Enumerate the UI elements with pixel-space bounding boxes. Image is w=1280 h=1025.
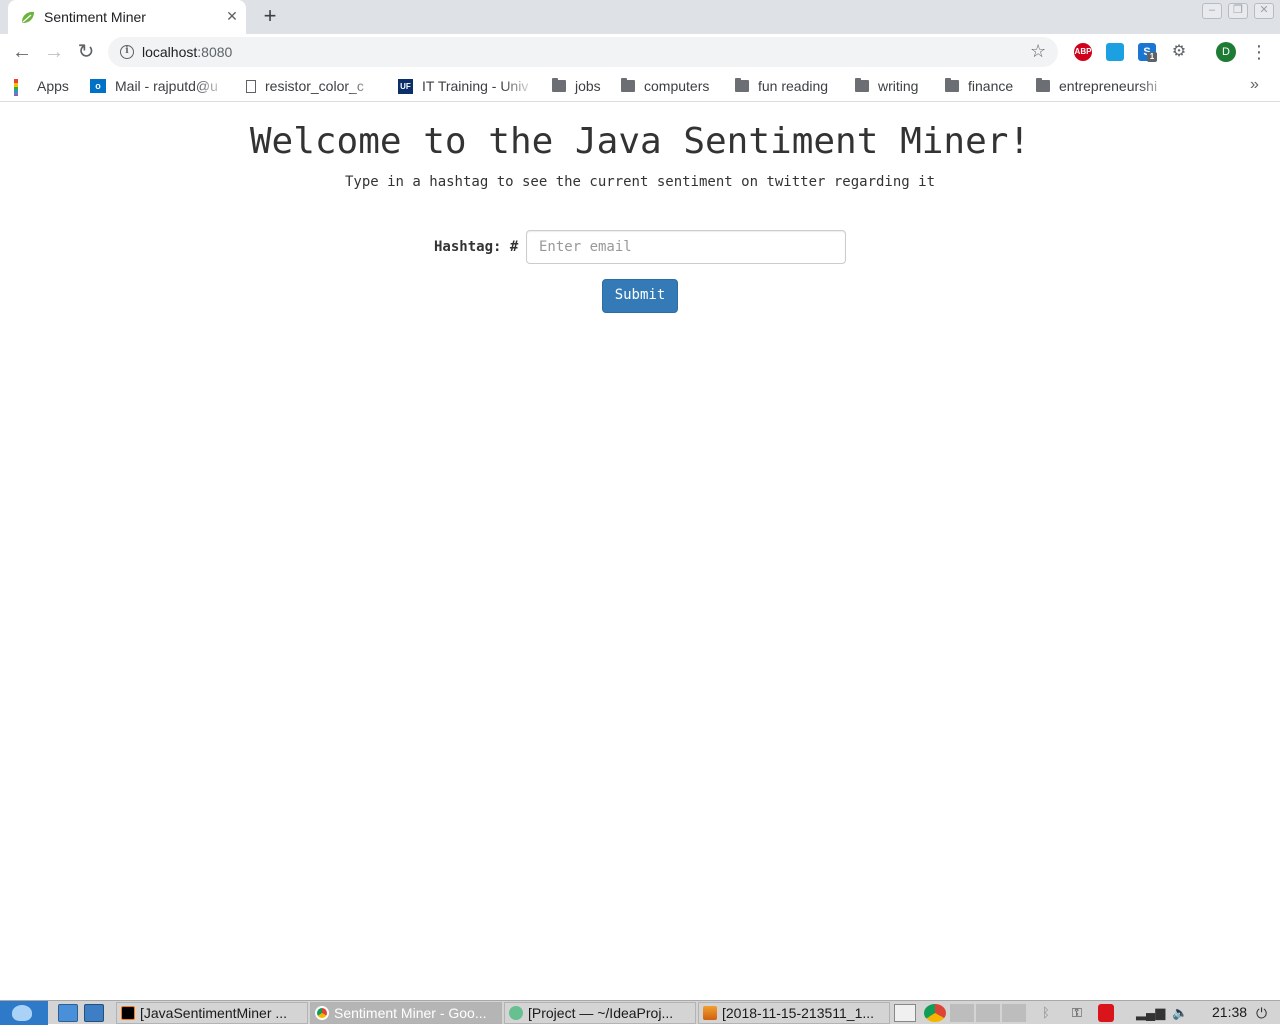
- start-menu-button[interactable]: [0, 1001, 48, 1025]
- url-text[interactable]: localhost:8080: [142, 44, 232, 60]
- atom-icon: [509, 1006, 523, 1020]
- site-info-icon[interactable]: i: [120, 45, 134, 59]
- wifi-signal-icon[interactable]: ▂▄▆: [1136, 1004, 1165, 1022]
- page-subtitle: Type in a hashtag to see the current sen…: [344, 174, 935, 190]
- submit-button[interactable]: Submit: [602, 279, 678, 313]
- url-host: localhost: [142, 44, 198, 60]
- workspace-3-icon[interactable]: [1002, 1004, 1026, 1022]
- bookmark-label: computers: [644, 78, 710, 94]
- bookmark-star-icon[interactable]: ☆: [1030, 41, 1046, 61]
- folder-icon: [855, 78, 869, 92]
- bookmarks-bar: Apps o Mail - rajputd@u resistor_color_c…: [0, 70, 1280, 102]
- browser-menu-icon[interactable]: ⋮: [1250, 40, 1268, 64]
- settings-extension-icon[interactable]: ⚙: [1170, 43, 1188, 61]
- power-icon[interactable]: ⏻: [1256, 1004, 1274, 1022]
- minimize-window-button[interactable]: –: [1202, 3, 1222, 19]
- close-tab-icon[interactable]: ✕: [224, 8, 240, 24]
- forward-button[interactable]: →: [42, 40, 66, 64]
- bookmark-label: jobs: [575, 78, 601, 94]
- folder-icon: [735, 78, 749, 92]
- file-manager-icon[interactable]: [58, 1004, 78, 1022]
- taskbar-item-atom[interactable]: [Project — ~/IdeaProj...: [504, 1002, 696, 1024]
- bookmark-it-training[interactable]: UF IT Training - Univ: [398, 76, 536, 96]
- bookmark-label: Mail - rajputd@u: [115, 78, 218, 94]
- bookmark-label: entrepreneurshi: [1059, 78, 1158, 94]
- workspace-1-icon[interactable]: [950, 1004, 974, 1022]
- taskbar-item-label: [Project — ~/IdeaProj...: [528, 1005, 674, 1021]
- image-viewer-icon: [703, 1006, 717, 1020]
- spring-leaf-icon: [22, 11, 34, 23]
- intellij-icon: [121, 1006, 135, 1020]
- outlook-icon: o: [90, 79, 106, 93]
- workspace-2-icon[interactable]: [976, 1004, 1000, 1022]
- bookmark-apps[interactable]: Apps: [14, 76, 69, 96]
- bookmark-folder-fun-reading[interactable]: fun reading: [735, 76, 828, 96]
- page-title: Welcome to the Java Sentiment Miner!: [249, 121, 1031, 162]
- taskbar-item-image-viewer[interactable]: [2018-11-15-213511_1...: [698, 1002, 890, 1024]
- page-icon: [246, 79, 256, 93]
- bookmark-folder-entrepreneurship[interactable]: entrepreneurshi: [1036, 76, 1172, 96]
- volume-icon[interactable]: 🔈: [1172, 1004, 1196, 1022]
- network-tray-icon[interactable]: ⚿: [1072, 1004, 1090, 1022]
- bluetooth-icon[interactable]: ᛒ: [1042, 1004, 1056, 1022]
- close-window-button[interactable]: ✕: [1254, 3, 1274, 19]
- folder-icon: [945, 78, 959, 92]
- tab-sentiment-miner[interactable]: Sentiment Miner ✕: [8, 0, 246, 34]
- page-content: Welcome to the Java Sentiment Miner! Typ…: [0, 103, 1280, 1000]
- apps-icon: [14, 79, 28, 96]
- folder-icon: [1036, 78, 1050, 92]
- folder-icon: [552, 78, 566, 92]
- tab-title: Sentiment Miner: [44, 9, 146, 25]
- bookmark-label: Apps: [37, 78, 69, 94]
- browser-tab-strip: Sentiment Miner ✕ + – ❐ ✕: [0, 0, 1280, 34]
- os-taskbar: [JavaSentimentMiner ... Sentiment Miner …: [0, 1000, 1280, 1025]
- reload-button[interactable]: ↻: [74, 40, 98, 64]
- bookmark-label: resistor_color_c: [265, 78, 364, 94]
- bookmark-folder-finance[interactable]: finance: [945, 76, 1013, 96]
- extension-badge: 1: [1147, 52, 1157, 62]
- bookmark-label: IT Training - Univ: [422, 78, 529, 94]
- profile-avatar[interactable]: D: [1216, 42, 1236, 62]
- desktop-switcher-icon[interactable]: [84, 1004, 104, 1022]
- bookmark-folder-writing[interactable]: writing: [855, 76, 918, 96]
- chrome-icon: [315, 1006, 329, 1020]
- taskbar-item-intellij[interactable]: [JavaSentimentMiner ...: [116, 1002, 308, 1024]
- taskbar-item-label: [JavaSentimentMiner ...: [140, 1005, 288, 1021]
- taskbar-item-label: Sentiment Miner - Goo...: [334, 1005, 487, 1021]
- clock: 21:38: [1212, 1004, 1248, 1020]
- bookmarks-overflow-button[interactable]: »: [1250, 76, 1259, 94]
- mcafee-icon[interactable]: [1098, 1004, 1114, 1022]
- picture-extension-icon[interactable]: [1106, 43, 1124, 61]
- uf-icon: UF: [398, 78, 413, 94]
- bookmark-folder-computers[interactable]: computers: [621, 76, 709, 96]
- browser-toolbar: ← → ↻ i localhost:8080 ☆ ABP S 1 ⚙ D ⋮: [0, 34, 1280, 70]
- new-tab-button[interactable]: +: [258, 5, 282, 29]
- window-tray-icon[interactable]: [894, 1004, 916, 1022]
- hashtag-input[interactable]: [526, 230, 846, 264]
- url-port: :8080: [197, 44, 233, 60]
- bookmark-mail[interactable]: o Mail - rajputd@u: [90, 76, 228, 96]
- hashtag-label: Hashtag: #: [434, 239, 519, 255]
- bookmark-label: fun reading: [758, 78, 829, 94]
- bookmark-folder-jobs[interactable]: jobs: [552, 76, 601, 96]
- adblock-plus-icon[interactable]: ABP: [1074, 43, 1092, 61]
- back-button[interactable]: ←: [10, 40, 34, 64]
- address-bar[interactable]: i localhost:8080 ☆: [108, 37, 1058, 67]
- folder-icon: [621, 78, 635, 92]
- bookmark-label: writing: [878, 78, 919, 94]
- skype-extension-icon[interactable]: S 1: [1138, 43, 1157, 62]
- taskbar-item-label: [2018-11-15-213511_1...: [722, 1005, 875, 1021]
- bookmark-resistor-color[interactable]: resistor_color_c: [246, 76, 382, 96]
- maximize-window-button[interactable]: ❐: [1228, 3, 1248, 19]
- bookmark-label: finance: [968, 78, 1014, 94]
- taskbar-item-chrome[interactable]: Sentiment Miner - Goo...: [310, 1002, 502, 1024]
- chrome-tray-icon[interactable]: [924, 1004, 946, 1022]
